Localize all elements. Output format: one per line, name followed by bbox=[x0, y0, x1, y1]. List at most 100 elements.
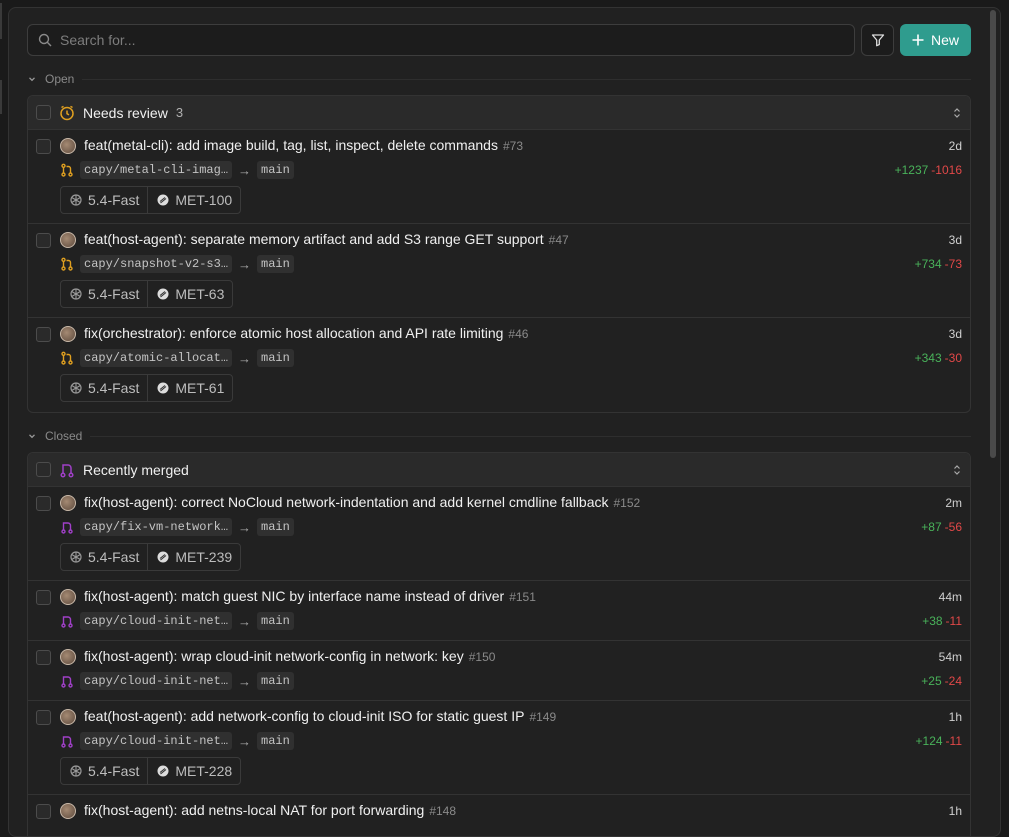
ticket-tag[interactable]: MET-61 bbox=[147, 375, 232, 401]
pull-request-row[interactable]: fix(host-agent): correct NoCloud network… bbox=[28, 487, 970, 581]
closed-section-toggle[interactable]: Closed bbox=[27, 428, 971, 444]
additions-count: +1237 bbox=[894, 163, 929, 177]
source-branch[interactable]: capy/cloud-init-net… bbox=[80, 732, 233, 750]
ticket-icon bbox=[157, 551, 169, 563]
ticket-id: MET-100 bbox=[175, 192, 233, 208]
pull-request-row[interactable]: feat(host-agent): add network-config to … bbox=[28, 701, 970, 795]
pull-request-row[interactable]: fix(orchestrator): enforce atomic host a… bbox=[28, 318, 970, 412]
pr-title-line[interactable]: feat(host-agent): separate memory artifa… bbox=[84, 231, 569, 247]
ticket-icon bbox=[157, 194, 169, 206]
arrow-right-icon: → bbox=[238, 613, 252, 629]
model-icon bbox=[70, 382, 82, 394]
source-branch[interactable]: capy/metal-cli-imag… bbox=[80, 161, 233, 179]
source-branch[interactable]: capy/fix-vm-network… bbox=[80, 518, 233, 536]
row-select-checkbox[interactable] bbox=[36, 650, 51, 665]
row-select-checkbox[interactable] bbox=[36, 710, 51, 725]
ticket-tag[interactable]: MET-100 bbox=[147, 187, 240, 213]
filter-button[interactable] bbox=[861, 24, 894, 56]
pr-title-line[interactable]: fix(host-agent): match guest NIC by inte… bbox=[84, 588, 536, 604]
diff-stats: +1237 -1016 bbox=[895, 163, 962, 177]
row-select-checkbox[interactable] bbox=[36, 139, 51, 154]
section-divider bbox=[90, 435, 971, 437]
ticket-icon bbox=[157, 382, 169, 394]
tag-group: 5.4-Fast MET-63 bbox=[60, 280, 234, 308]
branch-line: capy/atomic-allocat… → main bbox=[60, 349, 294, 367]
model-tag[interactable]: 5.4-Fast bbox=[61, 544, 147, 570]
row-select-checkbox[interactable] bbox=[36, 804, 51, 819]
target-branch[interactable]: main bbox=[257, 672, 294, 690]
target-branch[interactable]: main bbox=[257, 518, 294, 536]
pull-request-icon bbox=[61, 257, 73, 271]
row-select-checkbox[interactable] bbox=[36, 590, 51, 605]
chevron-down-icon bbox=[29, 434, 35, 439]
tag-group: 5.4-Fast MET-61 bbox=[60, 374, 234, 402]
pr-title: feat(host-agent): add network-config to … bbox=[84, 708, 525, 724]
ticket-id: MET-63 bbox=[175, 286, 225, 302]
target-branch[interactable]: main bbox=[257, 349, 294, 367]
chevron-up-down-icon[interactable] bbox=[952, 464, 962, 476]
pull-request-row[interactable]: feat(metal-cli): add image build, tag, l… bbox=[28, 130, 970, 224]
branch-line: capy/cloud-init-net… → main bbox=[60, 672, 294, 690]
model-tag[interactable]: 5.4-Fast bbox=[61, 758, 147, 784]
pr-title-line[interactable]: feat(host-agent): add network-config to … bbox=[84, 708, 556, 724]
pr-number: #46 bbox=[508, 327, 529, 341]
pull-request-row[interactable]: fix(host-agent): match guest NIC by inte… bbox=[28, 581, 970, 641]
search-box[interactable] bbox=[27, 24, 855, 56]
needs-review-header[interactable]: Needs review 3 bbox=[28, 96, 970, 130]
pr-title-line[interactable]: fix(host-agent): correct NoCloud network… bbox=[84, 494, 640, 510]
source-branch[interactable]: capy/snapshot-v2-s3… bbox=[80, 255, 233, 273]
pull-request-row[interactable]: fix(host-agent): wrap cloud-init network… bbox=[28, 641, 970, 701]
model-tag[interactable]: 5.4-Fast bbox=[61, 375, 147, 401]
pr-title-line[interactable]: fix(host-agent): wrap cloud-init network… bbox=[84, 648, 495, 664]
scrollbar[interactable] bbox=[990, 10, 996, 458]
avatar bbox=[60, 495, 76, 511]
model-tag[interactable]: 5.4-Fast bbox=[61, 281, 147, 307]
source-branch[interactable]: capy/cloud-init-net… bbox=[80, 672, 233, 690]
new-button[interactable]: New bbox=[900, 24, 971, 56]
needs-review-list: feat(metal-cli): add image build, tag, l… bbox=[28, 130, 970, 412]
model-name: 5.4-Fast bbox=[88, 286, 140, 302]
source-branch[interactable]: capy/cloud-init-net… bbox=[80, 612, 233, 630]
search-input[interactable] bbox=[60, 32, 854, 48]
pull-request-row[interactable]: fix(host-agent): add netns-local NAT for… bbox=[28, 795, 970, 836]
deletions-count: -11 bbox=[945, 734, 962, 748]
pr-title: feat(metal-cli): add image build, tag, l… bbox=[84, 137, 498, 153]
target-branch[interactable]: main bbox=[257, 255, 294, 273]
pr-title-line[interactable]: feat(metal-cli): add image build, tag, l… bbox=[84, 137, 523, 153]
plus-icon bbox=[912, 34, 924, 46]
pr-number: #47 bbox=[548, 233, 569, 247]
ticket-tag[interactable]: MET-228 bbox=[147, 758, 240, 784]
ticket-tag[interactable]: MET-63 bbox=[147, 281, 232, 307]
group-select-checkbox[interactable] bbox=[36, 105, 51, 120]
row-select-checkbox[interactable] bbox=[36, 327, 51, 342]
recently-merged-header[interactable]: Recently merged bbox=[28, 453, 970, 487]
ticket-icon bbox=[157, 288, 169, 300]
pr-age: 44m bbox=[938, 590, 962, 604]
model-tag[interactable]: 5.4-Fast bbox=[61, 187, 147, 213]
arrow-right-icon: → bbox=[238, 350, 252, 366]
source-branch[interactable]: capy/atomic-allocat… bbox=[80, 349, 233, 367]
window-edge-line bbox=[0, 3, 2, 39]
additions-count: +87 bbox=[921, 520, 942, 534]
pr-title-line[interactable]: fix(orchestrator): enforce atomic host a… bbox=[84, 325, 528, 341]
ticket-tag[interactable]: MET-239 bbox=[147, 544, 240, 570]
target-branch[interactable]: main bbox=[257, 612, 294, 630]
branch-line: capy/snapshot-v2-s3… → main bbox=[60, 255, 294, 273]
target-branch[interactable]: main bbox=[257, 161, 294, 179]
additions-count: +25 bbox=[921, 674, 942, 688]
group-select-checkbox[interactable] bbox=[36, 462, 51, 477]
pr-title-line[interactable]: fix(host-agent): add netns-local NAT for… bbox=[84, 802, 456, 818]
target-branch[interactable]: main bbox=[257, 732, 294, 750]
branch-line: capy/metal-cli-imag… → main bbox=[60, 161, 294, 179]
chevron-up-down-icon[interactable] bbox=[952, 107, 962, 119]
pr-title: fix(host-agent): add netns-local NAT for… bbox=[84, 802, 425, 818]
pull-request-row[interactable]: feat(host-agent): separate memory artifa… bbox=[28, 224, 970, 318]
group-count: 3 bbox=[175, 105, 184, 120]
pr-title: feat(host-agent): separate memory artifa… bbox=[84, 231, 544, 247]
row-select-checkbox[interactable] bbox=[36, 233, 51, 248]
diff-stats: +343 -30 bbox=[915, 351, 962, 365]
pr-age: 1h bbox=[948, 804, 962, 818]
row-select-checkbox[interactable] bbox=[36, 496, 51, 511]
open-section-toggle[interactable]: Open bbox=[27, 71, 971, 87]
branch-line: capy/fix-vm-network… → main bbox=[60, 518, 294, 536]
